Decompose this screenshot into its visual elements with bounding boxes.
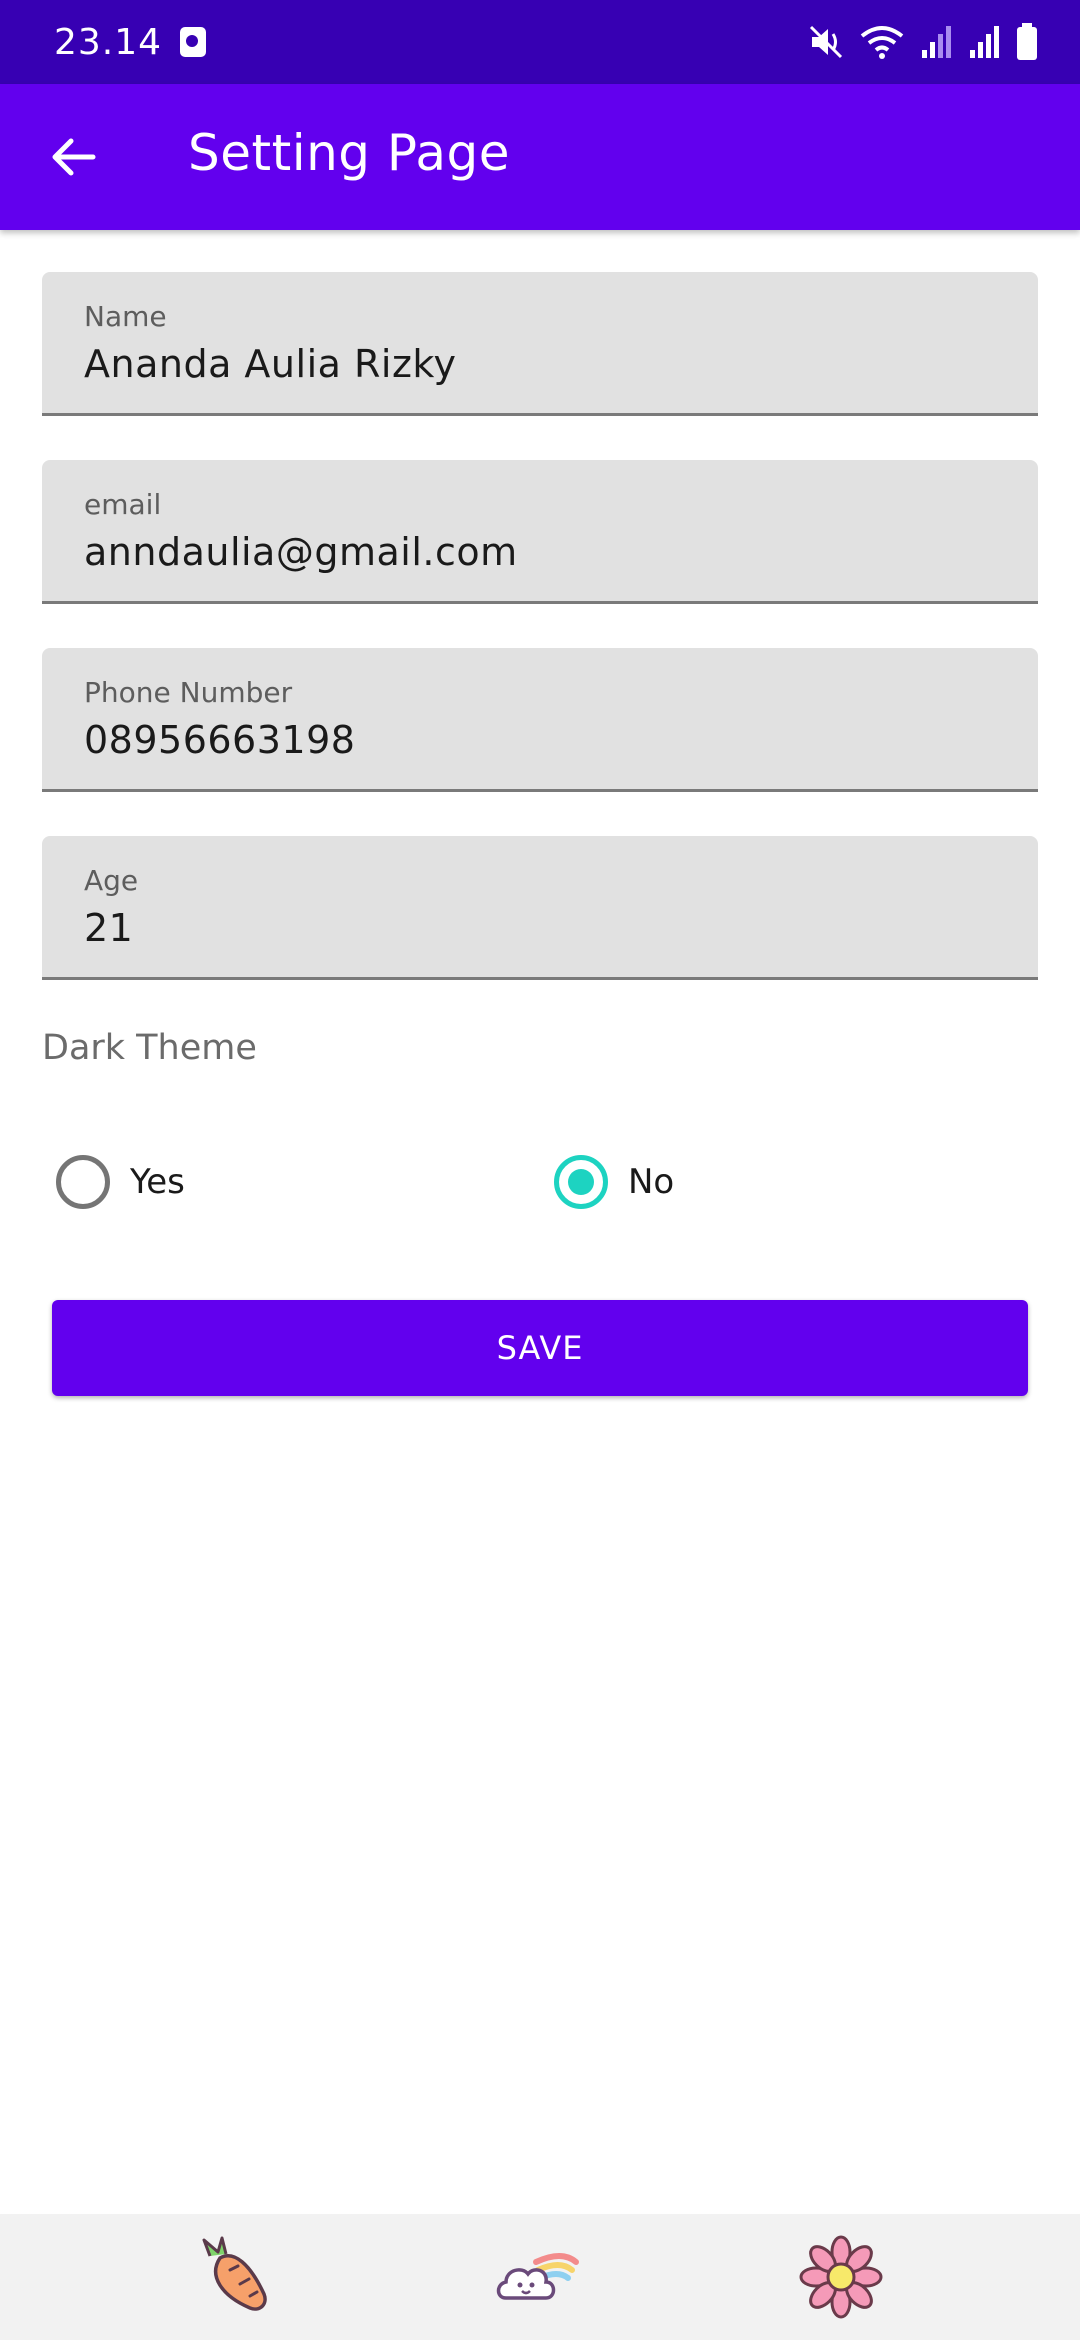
- signal-icon-2: [970, 26, 999, 58]
- name-field-label: Name: [84, 300, 167, 333]
- email-field-label: email: [84, 488, 162, 521]
- radio-no-circle[interactable]: [554, 1155, 608, 1209]
- bottom-navigation: [0, 2214, 1080, 2340]
- radio-no-label: No: [628, 1162, 675, 1202]
- status-left: 23.14: [54, 21, 207, 63]
- radio-yes-circle[interactable]: [56, 1155, 110, 1209]
- age-field[interactable]: Age 21: [42, 836, 1038, 980]
- arrow-back-icon: [52, 138, 96, 176]
- radio-no[interactable]: No: [554, 1150, 674, 1214]
- mute-icon: [809, 25, 843, 59]
- notification-icon: [180, 27, 207, 57]
- email-field-value[interactable]: anndaulia@gmail.com: [84, 530, 518, 574]
- dark-theme-label: Dark Theme: [42, 1028, 257, 1068]
- carrot-icon[interactable]: [190, 2232, 280, 2322]
- radio-yes[interactable]: Yes: [56, 1150, 185, 1214]
- radio-yes-label: Yes: [130, 1162, 185, 1202]
- age-field-label: Age: [84, 864, 139, 897]
- status-time: 23.14: [54, 21, 163, 63]
- cloud-rainbow-icon[interactable]: [492, 2232, 582, 2322]
- status-icons: [808, 23, 1038, 61]
- page-title: Setting Page: [188, 124, 510, 182]
- phone-field-value[interactable]: 08956663198: [84, 718, 355, 762]
- battery-icon: [1017, 23, 1037, 60]
- wifi-icon: [860, 26, 904, 59]
- save-button[interactable]: SAVE: [52, 1300, 1028, 1396]
- flower-icon[interactable]: [796, 2232, 886, 2322]
- back-button[interactable]: [40, 124, 106, 190]
- name-field[interactable]: Name Ananda Aulia Rizky: [42, 272, 1038, 416]
- name-field-value[interactable]: Ananda Aulia Rizky: [84, 342, 457, 386]
- signal-icon-1: [922, 26, 951, 58]
- age-field-value[interactable]: 21: [84, 906, 133, 950]
- email-field[interactable]: email anndaulia@gmail.com: [42, 460, 1038, 604]
- app-bar: Setting Page: [0, 84, 1080, 230]
- status-bar: 23.14: [0, 0, 1080, 84]
- phone-field[interactable]: Phone Number 08956663198: [42, 648, 1038, 792]
- phone-field-label: Phone Number: [84, 676, 293, 709]
